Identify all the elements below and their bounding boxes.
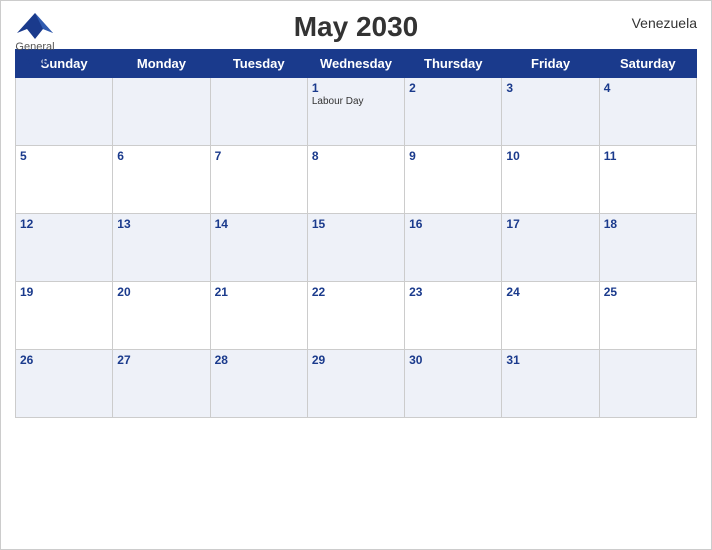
calendar-cell: 4 [599, 78, 696, 146]
week-row-5: 26 27 28 29 30 31 [16, 350, 697, 418]
day-number: 6 [117, 149, 205, 163]
logo-general: General [15, 41, 54, 53]
calendar-cell: 10 [502, 146, 599, 214]
calendar-cell: 21 [210, 282, 307, 350]
col-monday: Monday [113, 50, 210, 78]
day-number: 17 [506, 217, 594, 231]
calendar-cell: 15 [307, 214, 404, 282]
country-label: Venezuela [632, 15, 697, 31]
day-number: 12 [20, 217, 108, 231]
day-number: 16 [409, 217, 497, 231]
calendar-cell: 3 [502, 78, 599, 146]
calendar-cell: 11 [599, 146, 696, 214]
day-number: 25 [604, 285, 692, 299]
calendar-cell: 31 [502, 350, 599, 418]
day-number: 3 [506, 81, 594, 95]
calendar-cell: 17 [502, 214, 599, 282]
day-number: 29 [312, 353, 400, 367]
calendar-cell: 29 [307, 350, 404, 418]
calendar-cell [210, 78, 307, 146]
day-number: 30 [409, 353, 497, 367]
logo-blue: Blue [21, 53, 49, 68]
day-number: 26 [20, 353, 108, 367]
calendar-cell: 7 [210, 146, 307, 214]
calendar-cell: 1Labour Day [307, 78, 404, 146]
week-row-3: 12 13 14 15 16 17 18 [16, 214, 697, 282]
calendar-cell: 8 [307, 146, 404, 214]
logo-icon [15, 11, 55, 41]
day-number: 18 [604, 217, 692, 231]
day-number: 9 [409, 149, 497, 163]
day-number: 22 [312, 285, 400, 299]
calendar-cell [599, 350, 696, 418]
calendar-cell: 24 [502, 282, 599, 350]
calendar-cell: 18 [599, 214, 696, 282]
day-number: 24 [506, 285, 594, 299]
day-number: 31 [506, 353, 594, 367]
day-number: 5 [20, 149, 108, 163]
day-number: 2 [409, 81, 497, 95]
calendar-container: General Blue May 2030 Venezuela Sunday M… [0, 0, 712, 550]
day-number: 4 [604, 81, 692, 95]
calendar-cell: 26 [16, 350, 113, 418]
calendar-cell: 6 [113, 146, 210, 214]
col-wednesday: Wednesday [307, 50, 404, 78]
calendar-cell [16, 78, 113, 146]
calendar-grid: Sunday Monday Tuesday Wednesday Thursday… [15, 49, 697, 418]
day-number: 23 [409, 285, 497, 299]
calendar-cell: 14 [210, 214, 307, 282]
day-number: 15 [312, 217, 400, 231]
day-number: 1 [312, 81, 400, 95]
day-number: 11 [604, 149, 692, 163]
col-tuesday: Tuesday [210, 50, 307, 78]
col-friday: Friday [502, 50, 599, 78]
day-number: 13 [117, 217, 205, 231]
calendar-cell: 16 [405, 214, 502, 282]
calendar-cell: 5 [16, 146, 113, 214]
calendar-cell: 2 [405, 78, 502, 146]
weekday-header-row: Sunday Monday Tuesday Wednesday Thursday… [16, 50, 697, 78]
page-title: May 2030 [15, 11, 697, 43]
week-row-1: 1Labour Day 234 [16, 78, 697, 146]
calendar-cell: 25 [599, 282, 696, 350]
calendar-cell [113, 78, 210, 146]
day-number: 8 [312, 149, 400, 163]
calendar-cell: 19 [16, 282, 113, 350]
calendar-cell: 13 [113, 214, 210, 282]
holiday-label: Labour Day [312, 96, 400, 107]
day-number: 20 [117, 285, 205, 299]
day-number: 14 [215, 217, 303, 231]
day-number: 7 [215, 149, 303, 163]
col-thursday: Thursday [405, 50, 502, 78]
week-row-2: 56789 10 11 [16, 146, 697, 214]
col-saturday: Saturday [599, 50, 696, 78]
day-number: 27 [117, 353, 205, 367]
calendar-cell: 27 [113, 350, 210, 418]
calendar-cell: 30 [405, 350, 502, 418]
calendar-cell: 23 [405, 282, 502, 350]
day-number: 10 [506, 149, 594, 163]
calendar-cell: 28 [210, 350, 307, 418]
calendar-cell: 9 [405, 146, 502, 214]
day-number: 21 [215, 285, 303, 299]
week-row-4: 19 20 21 22 23 24 25 [16, 282, 697, 350]
calendar-header: General Blue May 2030 Venezuela [15, 11, 697, 43]
day-number: 19 [20, 285, 108, 299]
day-number: 28 [215, 353, 303, 367]
calendar-title: May 2030 [15, 11, 697, 43]
calendar-cell: 12 [16, 214, 113, 282]
calendar-cell: 22 [307, 282, 404, 350]
calendar-cell: 20 [113, 282, 210, 350]
logo-area: General Blue [15, 11, 55, 68]
